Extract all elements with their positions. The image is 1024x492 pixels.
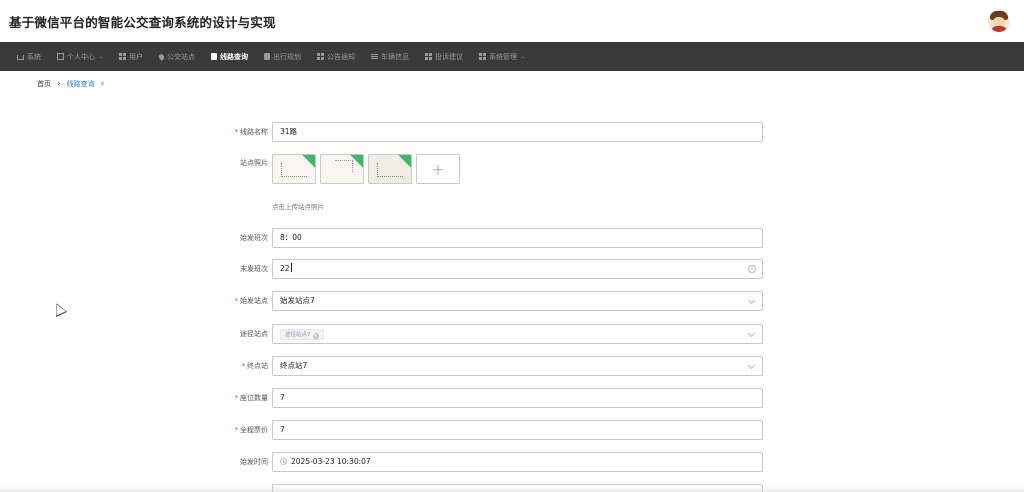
grid-icon: [119, 53, 127, 60]
clock-icon: [280, 458, 287, 465]
seats-label: * 座位数量: [234, 394, 269, 402]
start-station-label: * 始发站点: [234, 297, 269, 305]
tag-close-icon[interactable]: ×: [312, 332, 319, 339]
route-name-input[interactable]: 31路: [272, 122, 763, 142]
station-photo-thumbnail[interactable]: [320, 154, 364, 184]
text-cursor: [290, 263, 292, 272]
grid-icon: [317, 53, 325, 60]
depart-time-value: 2025-03-23 10:30:07: [291, 457, 371, 466]
last-bus-input[interactable]: 22 ×: [272, 259, 763, 279]
nav-item-bus-stations[interactable]: 公交站点: [151, 42, 203, 71]
nav-item-system-management[interactable]: 系统管理 ⌄: [471, 42, 533, 71]
last-bus-value: 22: [280, 264, 290, 273]
end-station-label: * 终点站: [241, 362, 269, 370]
nav-label: 公交站点: [167, 52, 196, 61]
doc-icon: [211, 53, 218, 60]
user-avatar-icon[interactable]: [988, 10, 1010, 32]
grid-icon: [425, 53, 433, 60]
breadcrumb-separator: ›: [100, 79, 105, 89]
first-bus-input[interactable]: 8：00: [272, 228, 763, 248]
chevron-down-icon: ⌄: [520, 53, 526, 60]
form-row-via-stations: 途径站点 途径站点7 ×: [0, 324, 1024, 344]
form-row-start-station: * 始发站点 始发站点7: [0, 291, 1024, 311]
station-photo-thumbnail[interactable]: [272, 154, 316, 184]
nav-label: 个人中心: [67, 52, 95, 61]
nav-item-trip-planning[interactable]: 出行规划: [256, 42, 309, 71]
form-row-route-name: * 线路名称 31路: [0, 122, 1024, 142]
nav-label: 投诉建议: [435, 52, 464, 61]
app-title: 基于微信平台的智能公交查询系统的设计与实现: [9, 14, 276, 30]
nav-label: 车辆信息: [381, 52, 410, 61]
nav-label: 系统管理: [489, 52, 518, 61]
breadcrumb: 首页 › 线路查询 ›: [0, 71, 1024, 97]
breadcrumb-separator: ›: [57, 79, 61, 89]
station-photo-label: 站点照片: [240, 159, 268, 167]
box-icon: [57, 53, 64, 60]
route-name-label: * 线路名称: [234, 128, 269, 136]
via-station-tag: 途径站点7 ×: [280, 328, 324, 340]
nav-label: 出行规划: [273, 52, 302, 61]
upload-photo-button[interactable]: +: [416, 154, 460, 184]
seats-input[interactable]: 7: [272, 388, 763, 408]
nav-item-system[interactable]: 系统: [9, 42, 49, 71]
form-row-fare: * 全程票价 7: [0, 420, 1024, 440]
first-bus-label: 始发班次: [240, 234, 268, 242]
depart-time-picker[interactable]: 2025-03-23 10:30:07: [272, 452, 763, 472]
form-row-end-station: * 终点站 终点站7: [0, 356, 1024, 376]
depart-time-label: 始发时间: [240, 458, 268, 466]
form-row-last-bus: 末发班次 22 ×: [0, 259, 1024, 279]
via-stations-label: 途径站点: [240, 330, 268, 338]
list-icon: [371, 53, 379, 60]
nav-item-complaints[interactable]: 投诉建议: [417, 42, 471, 71]
home-icon: [17, 55, 24, 60]
top-header: 基于微信平台的智能公交查询系统的设计与实现: [0, 0, 1024, 42]
doc-icon: [264, 53, 271, 60]
bottom-shadow: [0, 486, 1024, 492]
station-photo-thumbnail[interactable]: [368, 154, 412, 184]
nav-label: 公告通知: [327, 52, 356, 61]
nav-item-personal-center[interactable]: 个人中心 ⌄: [49, 42, 111, 71]
grid-icon: [479, 53, 487, 60]
pin-icon: [157, 52, 166, 61]
last-bus-label: 末发班次: [240, 265, 268, 273]
breadcrumb-current[interactable]: 线路查询: [67, 79, 95, 89]
nav-label: 系统: [27, 52, 41, 61]
main-navbar: 系统 个人中心 ⌄ 用户 公交站点 线路查询 出行规划 公告通知 车辆信息 投诉…: [0, 42, 1024, 71]
nav-item-vehicle-info[interactable]: 车辆信息: [363, 42, 417, 71]
upload-hint: 点击上传站点照片: [272, 203, 324, 211]
clear-icon[interactable]: ×: [748, 265, 756, 273]
form-row-first-bus: 始发班次 8：00: [0, 228, 1024, 248]
chevron-down-icon: ⌄: [98, 53, 104, 60]
form-row-seats: * 座位数量 7: [0, 388, 1024, 408]
nav-label: 用户: [129, 52, 144, 61]
nav-label: 线路查询: [220, 52, 249, 61]
end-station-select[interactable]: 终点站7: [272, 356, 763, 376]
fare-input[interactable]: 7: [272, 420, 763, 440]
nav-item-users[interactable]: 用户: [111, 42, 151, 71]
station-photo-list: +: [272, 154, 460, 184]
nav-item-route-query[interactable]: 线路查询: [203, 42, 256, 71]
form-row-depart-time: 始发时间 2025-03-23 10:30:07: [0, 452, 1024, 472]
breadcrumb-home[interactable]: 首页: [37, 79, 51, 89]
nav-item-announcements[interactable]: 公告通知: [309, 42, 363, 71]
via-stations-multiselect[interactable]: 途径站点7 ×: [272, 324, 763, 344]
fare-label: * 全程票价: [234, 426, 269, 434]
start-station-select[interactable]: 始发站点7: [272, 291, 763, 311]
